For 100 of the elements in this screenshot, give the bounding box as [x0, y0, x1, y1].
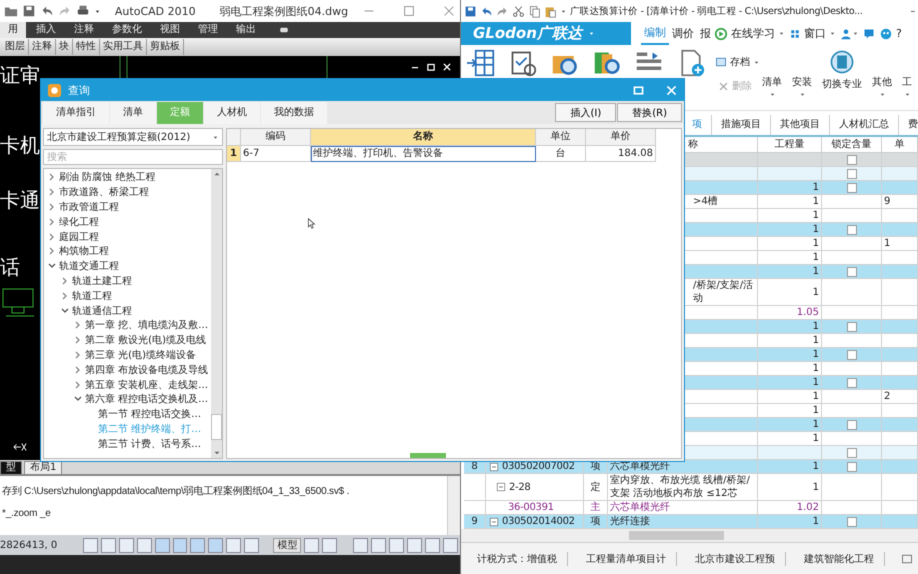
- tree-item[interactable]: 刷油 防腐蚀 绝热工程: [59, 170, 156, 184]
- caret-icon[interactable]: [904, 91, 910, 98]
- layout-tab[interactable]: 布局1: [24, 461, 62, 474]
- status-toggle-icon[interactable]: [190, 538, 206, 552]
- ribbon-tab[interactable]: 管理: [190, 22, 226, 38]
- tree-item[interactable]: 第一节 程控电话交换…: [98, 407, 202, 422]
- lock-checkbox[interactable]: [846, 322, 856, 332]
- dialog-button[interactable]: 替换(R): [617, 103, 682, 122]
- layout-icon[interactable]: [322, 538, 338, 552]
- panel-tab[interactable]: 剪贴板: [147, 39, 184, 55]
- tree-item[interactable]: 第一章 挖、填电缆沟及敷…: [85, 318, 208, 332]
- caret-icon[interactable]: [768, 91, 776, 98]
- lock-checkbox[interactable]: [846, 182, 856, 192]
- toolbar-button[interactable]: 存档: [715, 55, 760, 69]
- lock-checkbox[interactable]: [846, 516, 856, 526]
- status-tool-icon[interactable]: [371, 538, 386, 552]
- lock-checkbox[interactable]: [846, 168, 856, 178]
- lock-checkbox[interactable]: [846, 462, 856, 472]
- minimize-button[interactable]: –: [910, 6, 915, 16]
- help-button[interactable]: ?: [893, 24, 905, 44]
- caret-icon[interactable]: [778, 30, 785, 37]
- toolbar-button[interactable]: 其他: [872, 75, 892, 98]
- lock-checkbox[interactable]: [846, 448, 856, 458]
- close-icon[interactable]: [442, 62, 452, 72]
- dialog-tab[interactable]: 我的数据: [261, 102, 327, 124]
- caret-icon[interactable]: [878, 91, 886, 98]
- panel-tab[interactable]: 块: [56, 39, 73, 55]
- layout-icon[interactable]: [304, 538, 320, 552]
- tree-item[interactable]: 第三节 计费、话号系…: [98, 436, 202, 451]
- tree-item[interactable]: 构筑物工程: [59, 244, 109, 258]
- status-tool-icon[interactable]: [424, 538, 440, 552]
- paste-icon[interactable]: [544, 4, 557, 18]
- ribbon-tab[interactable]: 插入: [28, 22, 64, 38]
- status-toggle-icon[interactable]: [226, 538, 242, 552]
- dialog-tab[interactable]: 清单: [110, 102, 156, 124]
- status-tool-icon[interactable]: [442, 538, 458, 552]
- caret-icon[interactable]: [212, 134, 219, 140]
- status-tool-icon[interactable]: [389, 538, 404, 552]
- collapse-icon[interactable]: [489, 462, 499, 472]
- lock-checkbox[interactable]: [846, 266, 856, 276]
- tree-item[interactable]: 轨道土建工程: [72, 274, 132, 288]
- sheet-tab[interactable]: 人材机汇总: [830, 115, 899, 135]
- tree-item[interactable]: 轨道通信工程: [72, 304, 132, 318]
- status-toggle-icon[interactable]: [82, 538, 98, 552]
- lock-checkbox[interactable]: [846, 378, 856, 388]
- message-icon[interactable]: [863, 28, 875, 40]
- lock-checkbox[interactable]: [846, 350, 856, 360]
- collapse-icon[interactable]: [496, 482, 506, 492]
- lock-checkbox[interactable]: [846, 154, 856, 164]
- checklist-search-icon[interactable]: [509, 49, 537, 77]
- toolbar-button[interactable]: 切换专业: [822, 49, 862, 91]
- tree-item[interactable]: 第五章 安装机座、走线架…: [85, 378, 208, 392]
- tree-item[interactable]: 绿化工程: [59, 214, 99, 229]
- sheet-tab[interactable]: 费: [899, 115, 918, 135]
- tree-item[interactable]: 第三章 光(电)缆终端设备: [85, 348, 196, 362]
- menu-tab[interactable]: 调价: [669, 24, 697, 44]
- menu-tab[interactable]: 报: [697, 24, 714, 44]
- ribbon-tab[interactable]: 用: [0, 22, 26, 38]
- panel-tab[interactable]: 特性: [73, 39, 100, 55]
- menu-item[interactable]: 窗口: [801, 24, 829, 44]
- tree-item[interactable]: 第四章 布放设备电缆及导线: [85, 362, 208, 377]
- maximize-icon[interactable]: [632, 84, 645, 96]
- tree-item[interactable]: 市政道路、桥梁工程: [59, 185, 149, 200]
- status-toggle-icon[interactable]: [172, 538, 188, 552]
- menu-tab[interactable]: 编制: [641, 22, 669, 44]
- sheet-tab[interactable]: 其他项目: [771, 115, 830, 135]
- ribbon-tab[interactable]: 参数化: [104, 22, 150, 38]
- scrollbar-thumb[interactable]: [410, 453, 446, 458]
- panel-tab[interactable]: 注释: [29, 39, 56, 55]
- scrollbar[interactable]: [447, 476, 460, 535]
- tree-item[interactable]: 庭园工程: [59, 230, 99, 244]
- tree-item[interactable]: 第二章 敷设光(电)缆及电线: [85, 333, 206, 348]
- caret-icon[interactable]: [852, 30, 859, 37]
- scissors-icon[interactable]: [512, 4, 525, 18]
- tree-item[interactable]: 市政管道工程: [59, 200, 119, 214]
- user-icon[interactable]: [840, 28, 852, 40]
- sheet-tab[interactable]: 措施项目: [712, 115, 771, 135]
- scrollbar-thumb[interactable]: [629, 531, 724, 540]
- online-learning-icon[interactable]: [714, 26, 728, 40]
- scrollbar[interactable]: [211, 169, 222, 458]
- ribbon-tab[interactable]: 注释: [66, 22, 102, 38]
- search-field[interactable]: 搜索: [43, 149, 223, 165]
- status-toggle-icon[interactable]: [244, 538, 260, 552]
- toolbar-button[interactable]: 工: [902, 75, 912, 98]
- library-dropdown[interactable]: 北京市建设工程预算定额(2012): [43, 128, 223, 146]
- menu-item[interactable]: 在线学习: [728, 24, 778, 44]
- dialog-tab[interactable]: 人材机: [204, 102, 260, 124]
- toolbar-button[interactable]: 清单: [762, 75, 782, 98]
- dialog-tab[interactable]: 清单指引: [43, 102, 109, 124]
- tree-item[interactable]: 轨道交通工程: [59, 259, 119, 274]
- layout-tab[interactable]: 型: [0, 461, 22, 474]
- ribbon-tab[interactable]: 视图: [152, 22, 188, 38]
- scrollbar-thumb[interactable]: [211, 414, 222, 440]
- toolbar-button[interactable]: 安装: [792, 75, 812, 98]
- save-icon[interactable]: [464, 4, 477, 18]
- panel-tab[interactable]: 实用工具: [100, 39, 147, 55]
- status-toggle-icon[interactable]: [136, 538, 152, 552]
- status-toggle-icon[interactable]: [208, 538, 224, 552]
- save-icon[interactable]: [22, 4, 36, 18]
- status-tool-icon[interactable]: [407, 538, 422, 552]
